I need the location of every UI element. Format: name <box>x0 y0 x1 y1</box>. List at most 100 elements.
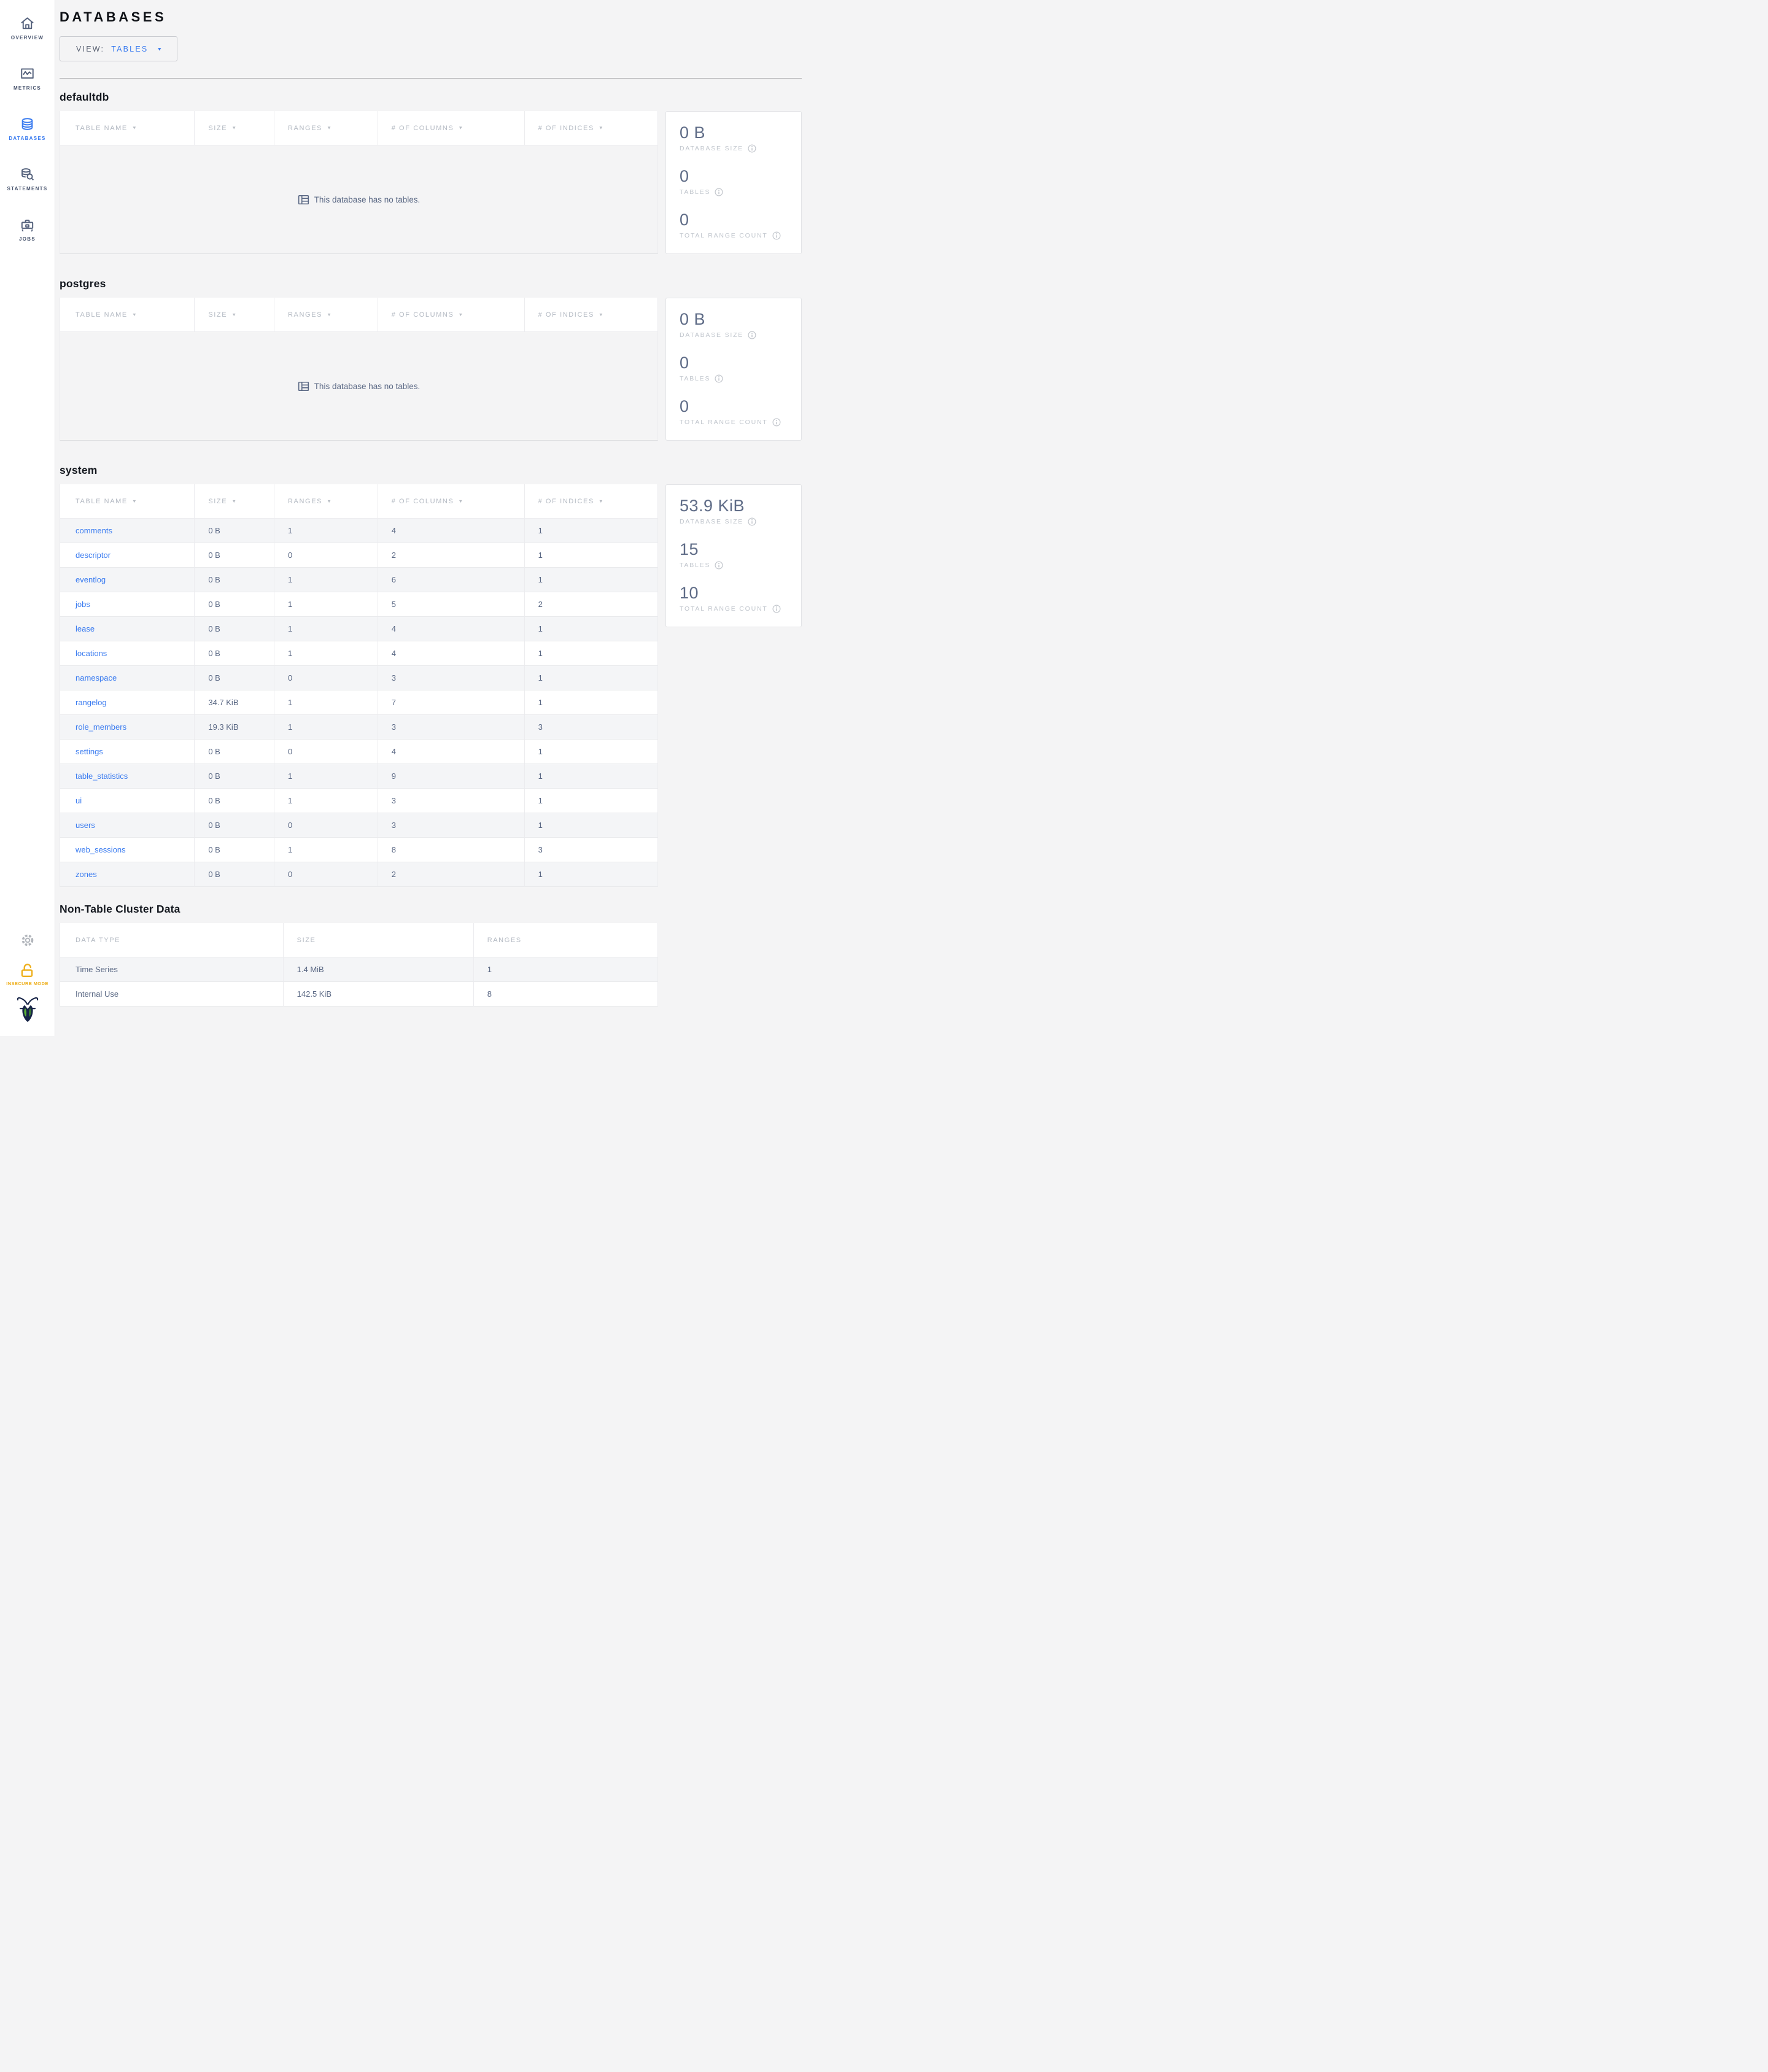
table-name-link[interactable]: users <box>76 821 95 830</box>
table-name-link[interactable]: zones <box>76 870 97 879</box>
database-name-heading: system <box>60 464 98 476</box>
column-header--of-indices[interactable]: # OF INDICES ▼ <box>524 298 658 332</box>
size-cell: 0 B <box>195 813 275 838</box>
column-header-size[interactable]: SIZE ▼ <box>195 111 275 145</box>
columns-cell: 3 <box>378 789 525 813</box>
ranges-cell: 1 <box>473 957 658 982</box>
database-name-heading: defaultdb <box>60 91 109 103</box>
sidebar-item-overview[interactable]: OVERVIEW <box>0 2 55 53</box>
indices-cell: 1 <box>524 789 658 813</box>
page-title: DATABASES <box>60 9 167 25</box>
sidebar-item-metrics[interactable]: METRICS <box>0 53 55 103</box>
column-header-ranges[interactable]: RANGES ▼ <box>274 484 378 519</box>
empty-table-message: This database has no tables. <box>60 332 658 441</box>
sidebar-item-jobs[interactable]: JOBS <box>0 204 55 254</box>
columns-cell: 4 <box>378 617 525 641</box>
sort-arrow-icon: ▼ <box>327 312 333 317</box>
column-header-table-name[interactable]: TABLE NAME ▼ <box>60 111 195 145</box>
range-count-value: 0 <box>680 397 689 416</box>
insecure-mode-indicator[interactable]: INSECURE MODE <box>6 961 48 986</box>
ranges-cell: 0 <box>274 543 378 568</box>
info-icon[interactable] <box>772 418 781 427</box>
table-name-link[interactable]: web_sessions <box>76 845 126 854</box>
table-name-link[interactable]: descriptor <box>76 551 110 560</box>
sidebar-item-label: STATEMENTS <box>7 185 48 191</box>
column-header-table-name[interactable]: TABLE NAME ▼ <box>60 484 195 519</box>
table-row: users 0 B 0 3 1 <box>60 813 658 838</box>
table-name-link[interactable]: settings <box>76 747 103 756</box>
table-name-link[interactable]: eventlog <box>76 575 106 584</box>
columns-cell: 4 <box>378 740 525 764</box>
sidebar-item-databases[interactable]: DATABASES <box>0 103 55 153</box>
info-icon[interactable] <box>715 374 723 383</box>
table-header-row: TABLE NAME ▼ SIZE ▼ RANGES ▼ # OF COLUMNS ▼ … <box>60 484 658 519</box>
table-name-link[interactable]: lease <box>76 624 95 633</box>
column-header--of-indices[interactable]: # OF INDICES ▼ <box>524 484 658 519</box>
column-header-size[interactable]: SIZE ▼ <box>195 484 275 519</box>
table-row: settings 0 B 0 4 1 <box>60 740 658 764</box>
columns-cell: 8 <box>378 838 525 862</box>
view-dropdown-value: TABLES <box>111 44 149 53</box>
table-name-link[interactable]: table_statistics <box>76 771 128 781</box>
range-count-label: TOTAL RANGE COUNT <box>680 418 788 427</box>
size-cell: 0 B <box>195 666 275 690</box>
table-name-link[interactable]: rangelog <box>76 698 107 707</box>
database-stats-card: 0 B DATABASE SIZE 0 TABLES 0 TOTAL RANGE… <box>665 298 802 441</box>
table-row: eventlog 0 B 1 6 1 <box>60 568 658 592</box>
ranges-cell: 8 <box>473 982 658 1007</box>
tables-count-label: TABLES <box>680 188 788 196</box>
database-size-label: DATABASE SIZE <box>680 517 788 526</box>
info-icon[interactable] <box>748 517 756 526</box>
database-section-system: system TABLE NAME ▼ SIZE ▼ RANGES ▼ # OF CO… <box>60 464 802 887</box>
table-name-link[interactable]: namespace <box>76 673 117 682</box>
table-name-link[interactable]: locations <box>76 649 107 658</box>
column-header-ranges[interactable]: RANGES ▼ <box>274 111 378 145</box>
table-name-link[interactable]: ui <box>76 796 82 805</box>
column-header-table-name[interactable]: TABLE NAME ▼ <box>60 298 195 332</box>
info-icon[interactable] <box>772 231 781 240</box>
non-table-section: Non-Table Cluster Data DATA TYPE SIZE RA… <box>60 903 802 1007</box>
ranges-cell: 1 <box>274 592 378 617</box>
info-icon[interactable] <box>772 605 781 613</box>
sort-arrow-icon: ▼ <box>598 498 605 504</box>
ranges-cell: 1 <box>274 641 378 666</box>
column-header-ranges[interactable]: RANGES ▼ <box>274 298 378 332</box>
database-name-heading: postgres <box>60 277 106 290</box>
sidebar-item-statements[interactable]: STATEMENTS <box>0 153 55 204</box>
column-header-ranges: RANGES <box>473 923 658 957</box>
info-icon[interactable] <box>748 144 756 153</box>
empty-table-message: This database has no tables. <box>60 145 658 254</box>
sidebar-item-label: METRICS <box>13 85 42 91</box>
info-icon[interactable] <box>748 331 756 339</box>
table-grid-icon <box>298 195 309 204</box>
info-icon[interactable] <box>715 188 723 196</box>
info-icon[interactable] <box>715 561 723 570</box>
sidebar-nav: OVERVIEW METRICS DATABASES STATEMENTS JO… <box>0 0 55 254</box>
range-count-value: 10 <box>680 584 699 602</box>
view-dropdown-label: VIEW: <box>76 44 105 53</box>
sort-arrow-icon: ▼ <box>458 312 464 317</box>
table-name-link[interactable]: jobs <box>76 600 90 609</box>
view-dropdown[interactable]: VIEW: TABLES ▼ <box>60 36 178 61</box>
columns-cell: 5 <box>378 592 525 617</box>
tables-table: TABLE NAME ▼ SIZE ▼ RANGES ▼ # OF COLUMNS ▼ … <box>60 298 658 441</box>
column-header--of-columns[interactable]: # OF COLUMNS ▼ <box>378 111 525 145</box>
column-header--of-columns[interactable]: # OF COLUMNS ▼ <box>378 484 525 519</box>
size-cell: 0 B <box>195 838 275 862</box>
column-header--of-columns[interactable]: # OF COLUMNS ▼ <box>378 298 525 332</box>
tables-table: TABLE NAME ▼ SIZE ▼ RANGES ▼ # OF COLUMNS ▼ … <box>60 111 658 254</box>
indices-cell: 1 <box>524 764 658 789</box>
settings-button[interactable] <box>20 932 36 951</box>
table-name-link[interactable]: comments <box>76 526 112 535</box>
table-row: Internal Use 142.5 KiB 8 <box>60 982 658 1007</box>
column-header-size[interactable]: SIZE ▼ <box>195 298 275 332</box>
table-name-link[interactable]: role_members <box>76 722 126 732</box>
table-row: namespace 0 B 0 3 1 <box>60 666 658 690</box>
indices-cell: 1 <box>524 568 658 592</box>
insecure-mode-label: INSECURE MODE <box>6 981 48 986</box>
columns-cell: 4 <box>378 519 525 543</box>
table-row: lease 0 B 1 4 1 <box>60 617 658 641</box>
columns-cell: 2 <box>378 543 525 568</box>
database-sections: defaultdb TABLE NAME ▼ SIZE ▼ RANGES ▼ # OF… <box>60 91 802 887</box>
column-header--of-indices[interactable]: # OF INDICES ▼ <box>524 111 658 145</box>
